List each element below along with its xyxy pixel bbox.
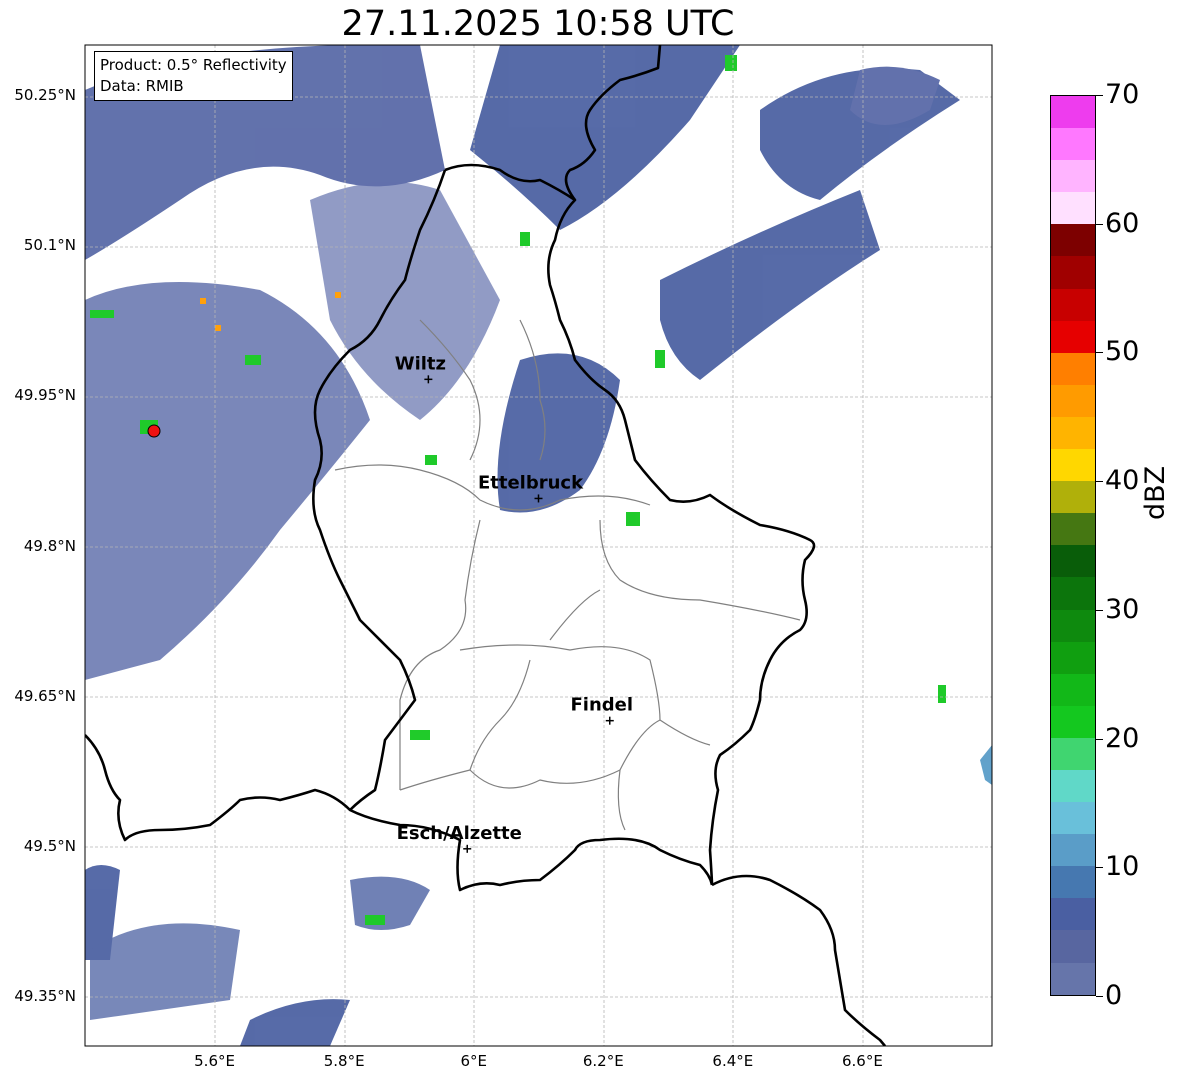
colorbar-segment <box>1051 802 1095 835</box>
colorbar-segment <box>1051 930 1095 963</box>
lon-tick-label: 6.4°E <box>712 1052 754 1070</box>
colorbar-segment <box>1051 352 1095 385</box>
colorbar-segment <box>1051 416 1095 450</box>
colorbar-segment <box>1051 737 1095 770</box>
city-marker[interactable]: Findel <box>570 695 633 725</box>
colorbar <box>1050 95 1096 996</box>
city-label: Ettelbruck <box>478 472 584 493</box>
lon-tick-label: 5.6°E <box>194 1052 235 1070</box>
data-source-label: Data: RMIB <box>100 77 184 95</box>
colorbar-tick-label: 40 <box>1105 465 1140 497</box>
colorbar-tick <box>1096 738 1103 740</box>
colorbar-tick <box>1096 609 1103 611</box>
colorbar-tick <box>1096 223 1103 225</box>
colorbar-segment <box>1051 769 1095 803</box>
radar-site-marker[interactable] <box>147 424 161 438</box>
colorbar-segment <box>1051 545 1095 578</box>
colorbar-segment <box>1051 192 1095 225</box>
lat-tick-label: 50.25°N <box>14 86 76 105</box>
colorbar-segment <box>1051 705 1095 738</box>
colorbar-segment <box>1051 288 1095 321</box>
colorbar-tick <box>1096 867 1103 869</box>
colorbar-segment <box>1051 866 1095 899</box>
colorbar-segment <box>1051 641 1095 674</box>
product-label: Product: 0.5° Reflectivity <box>100 56 287 74</box>
lat-tick-label: 49.5°N <box>23 836 76 855</box>
city-label: Wiltz <box>395 353 446 374</box>
colorbar-tick-label: 30 <box>1105 593 1140 625</box>
colorbar-segment <box>1051 673 1095 706</box>
lat-tick-label: 50.1°N <box>23 236 76 255</box>
lon-tick-label: 5.8°E <box>323 1052 365 1070</box>
colorbar-segment <box>1051 160 1095 193</box>
colorbar-tick <box>1096 996 1103 997</box>
lat-tick-label: 49.65°N <box>14 686 76 705</box>
lon-tick-label: 6.6°E <box>842 1052 883 1070</box>
colorbar-segment <box>1051 96 1095 129</box>
colorbar-segment <box>1051 962 1095 995</box>
colorbar-tick-label: 60 <box>1105 207 1140 239</box>
city-label: Esch/Alzette <box>397 823 522 844</box>
lon-tick-label: 6.2°E <box>582 1052 624 1070</box>
colorbar-tick-label: 0 <box>1105 980 1123 1011</box>
colorbar-segment <box>1051 449 1095 482</box>
colorbar-segment <box>1051 898 1095 931</box>
colorbar-segment <box>1051 384 1095 417</box>
colorbar-tick <box>1096 95 1103 96</box>
colorbar-tick <box>1096 352 1103 354</box>
colorbar-tick <box>1096 481 1103 483</box>
reflectivity-echoes <box>85 45 992 1046</box>
colorbar-tick-label: 50 <box>1105 336 1140 368</box>
radar-map[interactable]: Wiltz Ettelbruck Findel Esch/Alzette <box>0 0 1184 1081</box>
colorbar-tick-label: 70 <box>1105 79 1140 110</box>
colorbar-segment <box>1051 128 1095 161</box>
lat-tick-label: 49.35°N <box>14 986 76 1005</box>
colorbar-segment <box>1051 513 1095 546</box>
lat-tick-label: 49.8°N <box>23 536 76 555</box>
lon-tick-label: 6°E <box>460 1052 487 1070</box>
colorbar-tick-label: 20 <box>1105 722 1140 754</box>
colorbar-segment <box>1051 577 1095 610</box>
colorbar-segment <box>1051 609 1095 642</box>
colorbar-segment <box>1051 320 1095 353</box>
colorbar-segment <box>1051 834 1095 867</box>
colorbar-segment <box>1051 481 1095 514</box>
colorbar-label: dBZ <box>1140 465 1171 520</box>
lat-tick-label: 49.95°N <box>14 386 76 405</box>
colorbar-segment <box>1051 224 1095 257</box>
colorbar-segment <box>1051 256 1095 289</box>
product-info-box: Product: 0.5° Reflectivity Data: RMIB <box>94 51 293 101</box>
colorbar-tick-label: 10 <box>1105 851 1140 883</box>
city-label: Findel <box>570 695 633 716</box>
